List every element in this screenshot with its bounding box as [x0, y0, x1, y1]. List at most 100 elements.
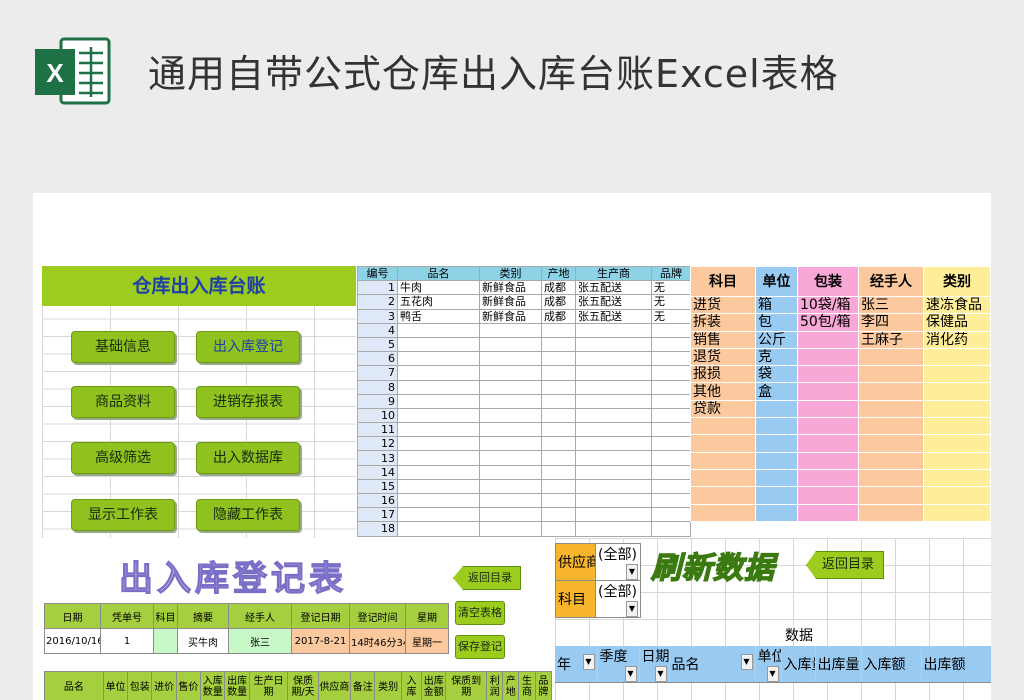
table-cell[interactable]	[397, 351, 480, 367]
dictionary-cell[interactable]: 包	[755, 313, 798, 332]
dictionary-cell[interactable]: 销售	[690, 330, 756, 349]
subject-filter-select[interactable]: (全部) ▼	[595, 580, 641, 618]
table-cell[interactable]	[397, 492, 480, 509]
dictionary-cell[interactable]	[797, 417, 859, 436]
table-cell[interactable]: 张五配送	[575, 280, 652, 296]
table-cell[interactable]: 无	[651, 308, 691, 324]
dictionary-cell[interactable]	[858, 503, 924, 522]
dictionary-cell[interactable]	[755, 468, 798, 488]
table-cell[interactable]: 成都	[541, 294, 576, 310]
table-cell[interactable]	[541, 393, 576, 409]
clear-table-button[interactable]: 清空表格	[455, 601, 505, 625]
table-cell[interactable]	[575, 464, 652, 480]
table-cell[interactable]	[651, 464, 691, 480]
table-cell[interactable]	[651, 492, 691, 509]
dictionary-cell[interactable]	[923, 486, 991, 505]
dictionary-cell[interactable]: 其他	[690, 382, 756, 401]
product-info-button[interactable]: 商品资料	[71, 386, 175, 418]
table-cell[interactable]: 张五配送	[575, 308, 652, 324]
dropdown-arrow-icon[interactable]: ▼	[740, 654, 753, 670]
table-cell[interactable]	[651, 422, 691, 438]
supplier-filter-select[interactable]: (全部) ▼	[595, 543, 641, 581]
dictionary-cell[interactable]	[755, 451, 798, 470]
dictionary-cell[interactable]	[755, 399, 798, 419]
table-cell[interactable]	[575, 393, 652, 409]
dictionary-cell[interactable]	[858, 382, 924, 401]
table-cell[interactable]: 无	[651, 280, 691, 296]
dropdown-arrow-icon[interactable]: ▼	[624, 666, 637, 682]
table-cell[interactable]: 张五配送	[575, 294, 652, 310]
dictionary-cell[interactable]	[923, 468, 991, 488]
table-cell[interactable]	[397, 450, 480, 466]
dictionary-cell[interactable]	[858, 434, 924, 453]
table-cell[interactable]	[479, 322, 542, 338]
table-cell[interactable]	[479, 336, 542, 353]
dictionary-cell[interactable]	[690, 503, 756, 522]
dictionary-cell[interactable]	[755, 486, 798, 505]
table-cell[interactable]: 成都	[541, 308, 576, 324]
dictionary-cell[interactable]	[923, 434, 991, 453]
dictionary-cell[interactable]	[923, 399, 991, 419]
table-cell[interactable]	[541, 407, 576, 424]
dictionary-cell[interactable]	[797, 503, 859, 522]
table-cell[interactable]: 成都	[541, 280, 576, 296]
dictionary-cell[interactable]	[858, 417, 924, 436]
table-cell[interactable]	[651, 351, 691, 367]
table-cell[interactable]	[651, 322, 691, 338]
pivot-column-header[interactable]: 日期 ▼	[639, 646, 670, 683]
table-cell[interactable]	[575, 521, 652, 537]
dictionary-cell[interactable]: 50包/箱	[797, 313, 859, 332]
table-cell[interactable]	[397, 365, 480, 381]
dictionary-cell[interactable]	[690, 486, 756, 505]
table-cell[interactable]	[397, 336, 480, 353]
dropdown-arrow-icon[interactable]: ▼	[654, 666, 667, 682]
table-cell[interactable]	[541, 436, 576, 452]
table-cell[interactable]	[651, 478, 691, 495]
table-cell[interactable]	[651, 379, 691, 395]
dictionary-cell[interactable]	[797, 347, 859, 367]
table-cell[interactable]	[479, 365, 542, 381]
table-cell[interactable]	[541, 351, 576, 367]
table-cell[interactable]	[479, 478, 542, 495]
table-cell[interactable]	[541, 422, 576, 438]
table-cell[interactable]	[479, 521, 542, 537]
dropdown-arrow-icon[interactable]: ▼	[766, 666, 779, 682]
table-cell[interactable]	[651, 450, 691, 466]
dictionary-cell[interactable]	[858, 365, 924, 384]
dropdown-arrow-icon[interactable]: ▼	[626, 601, 638, 617]
table-cell[interactable]	[541, 492, 576, 509]
dictionary-cell[interactable]: 速冻食品	[923, 295, 991, 315]
dictionary-cell[interactable]: 盒	[755, 382, 798, 401]
dictionary-cell[interactable]: 李四	[858, 313, 924, 332]
table-cell[interactable]: 牛肉	[397, 280, 480, 296]
table-cell[interactable]	[541, 521, 576, 537]
table-cell[interactable]: 鸭舌	[397, 308, 480, 324]
table-cell[interactable]	[575, 322, 652, 338]
table-cell[interactable]	[575, 407, 652, 424]
table-cell[interactable]	[479, 379, 542, 395]
table-cell[interactable]: 五花肉	[397, 294, 480, 310]
table-cell[interactable]	[651, 507, 691, 523]
pivot-column-header[interactable]: 年 ▼	[555, 646, 598, 683]
table-cell[interactable]	[397, 478, 480, 495]
dictionary-cell[interactable]: 张三	[858, 295, 924, 315]
dictionary-cell[interactable]	[923, 451, 991, 470]
date-cell[interactable]: 2016/10/16	[44, 628, 101, 654]
table-cell[interactable]	[575, 422, 652, 438]
dictionary-cell[interactable]	[797, 434, 859, 453]
pivot-back-button[interactable]: 返回目录	[806, 551, 884, 579]
table-cell[interactable]	[397, 422, 480, 438]
table-cell[interactable]	[541, 365, 576, 381]
dictionary-cell[interactable]	[797, 468, 859, 488]
table-cell[interactable]	[541, 336, 576, 353]
dictionary-cell[interactable]	[755, 503, 798, 522]
table-cell[interactable]	[397, 322, 480, 338]
dropdown-arrow-icon[interactable]: ▼	[582, 654, 595, 670]
dictionary-cell[interactable]	[797, 486, 859, 505]
dictionary-cell[interactable]	[690, 417, 756, 436]
table-cell[interactable]	[541, 450, 576, 466]
advanced-filter-button[interactable]: 高级筛选	[71, 442, 175, 474]
dictionary-cell[interactable]: 王麻子	[858, 330, 924, 349]
voucher-cell[interactable]: 1	[100, 628, 154, 654]
table-cell[interactable]	[397, 436, 480, 452]
